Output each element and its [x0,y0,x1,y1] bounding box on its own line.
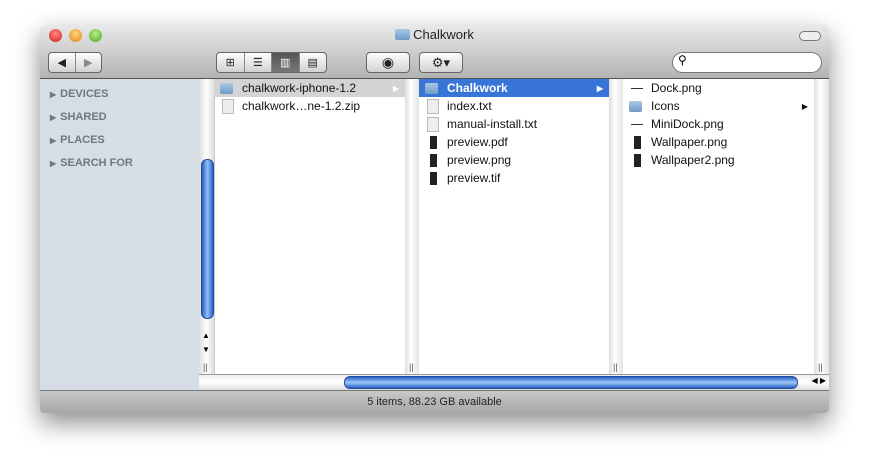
file-item[interactable]: manual-install.txt [419,115,609,133]
doc-icon [425,116,441,132]
window-title: Chalkwork [40,27,829,42]
file-name: preview.tif [447,171,501,185]
file-item[interactable]: preview.pdf [419,133,609,151]
status-text: 5 items, 88.23 GB available [367,396,502,408]
folder-icon [395,29,411,40]
toolbar-toggle-button[interactable] [799,31,821,41]
vertical-scrollbar[interactable]: ▲ ▼ [199,79,215,374]
label: PLACES [60,134,105,146]
file-item[interactable]: Chalkwork ▶ [419,79,609,97]
black-icon [629,153,645,167]
sidebar-section-places[interactable]: ▶ PLACES [50,134,199,146]
column-resize-handle[interactable]: || [199,355,214,374]
action-button[interactable]: ⚙▾ [419,52,463,73]
black-icon [429,171,437,185]
gear-icon: ⚙▾ [431,54,451,70]
column-resize-handle[interactable]: || [814,79,829,374]
quick-look-button[interactable]: ◉ [366,52,410,73]
folder-icon [425,82,438,94]
black-icon [633,153,641,167]
folder-icon [425,82,441,94]
file-item[interactable]: MiniDock.png [623,115,814,133]
scroll-thumb[interactable] [201,159,214,319]
dash-icon [631,87,643,89]
disclosure-arrow-icon: ▶ [801,101,808,111]
black-icon [425,171,441,185]
dash-icon [629,123,645,125]
icon-view-button[interactable]: ⊞ [217,53,245,72]
label: DEVICES [60,88,109,100]
file-name: MiniDock.png [651,117,724,131]
doc-icon [425,98,441,114]
file-item[interactable]: preview.png [419,151,609,169]
file-item[interactable]: Icons ▶ [623,97,814,115]
file-item[interactable]: index.txt [419,97,609,115]
horizontal-scrollbar[interactable]: ◀ ▶ [199,374,829,390]
cover-flow-button[interactable]: ▤ [300,53,327,72]
file-name: Wallpaper2.png [651,153,735,167]
view-switcher: ⊞ ☰ ▥ ▤ [216,52,327,73]
eye-icon: ◉ [381,54,395,70]
nav-buttons: ◀ ▶ [48,52,102,73]
file-name: Wallpaper.png [651,135,728,149]
scroll-thumb[interactable] [344,376,798,389]
file-name: Icons [651,99,680,113]
sidebar-section-devices[interactable]: ▶ DEVICES [50,88,199,100]
search-input[interactable]: ⚲ [672,52,822,73]
file-item[interactable]: preview.tif [419,169,609,187]
dash-icon [629,87,645,89]
file-item[interactable]: Wallpaper2.png [623,151,814,169]
list-view-button[interactable]: ☰ [245,53,272,72]
file-item[interactable]: chalkwork…ne-1.2.zip [214,97,405,115]
black-icon [629,135,645,149]
file-item[interactable]: Dock.png [623,79,814,97]
folder-icon [629,100,642,112]
zip-icon [220,98,236,114]
status-bar: 5 items, 88.23 GB available [40,390,829,413]
finder-window: Chalkwork ◀ ▶ ⊞ ☰ ▥ ▤ ◉ ⚙▾ ⚲ ▶ DEVICES ▶ S… [40,25,829,413]
black-icon [425,135,441,149]
column-resize-handle[interactable]: || [609,79,623,374]
file-name: index.txt [447,99,492,113]
zip-icon [222,98,234,114]
back-button[interactable]: ◀ [49,53,76,72]
folder-icon [220,82,236,94]
scroll-arrows[interactable]: ▲ ▼ [202,329,210,357]
disclosure-arrow-icon: ▶ [392,83,399,93]
scroll-arrows[interactable]: ◀ ▶ [811,376,826,385]
column-resize-handle[interactable]: || [405,79,419,374]
black-icon [425,153,441,167]
column-1: chalkwork-iphone-1.2 ▶ chalkwork…ne-1.2.zi… [214,79,405,374]
black-icon [429,135,437,149]
file-name: chalkwork…ne-1.2.zip [242,99,361,113]
sidebar-section-shared[interactable]: ▶ SHARED [50,111,199,123]
doc-icon [427,98,439,114]
file-item[interactable]: chalkwork-iphone-1.2 ▶ [214,79,405,97]
disclosure-arrow-icon: ▶ [596,83,603,93]
file-item[interactable]: Wallpaper.png [623,133,814,151]
folder-icon [629,100,645,112]
dash-icon [631,123,643,125]
column-3: Dock.png Icons ▶ MiniDock.png Wallpaper.png W… [623,79,814,374]
label: SHARED [60,111,107,123]
column-2: Chalkwork ▶ index.txt manual-install.txt pre… [419,79,609,374]
column-view-button[interactable]: ▥ [272,53,300,72]
file-name: Chalkwork [447,81,508,95]
label: SEARCH FOR [60,157,133,169]
doc-icon [427,116,439,132]
toolbar: Chalkwork ◀ ▶ ⊞ ☰ ▥ ▤ ◉ ⚙▾ ⚲ [40,25,829,79]
forward-button[interactable]: ▶ [76,53,102,72]
file-name: chalkwork-iphone-1.2 [242,81,357,95]
file-name: preview.png [447,153,512,167]
search-icon: ⚲ [678,53,687,67]
file-name: Dock.png [651,81,702,95]
black-icon [429,153,437,167]
sidebar: ▶ DEVICES ▶ SHARED ▶ PLACES ▶ SEARCH FOR [40,79,200,390]
file-name: preview.pdf [447,135,508,149]
sidebar-section-search-for[interactable]: ▶ SEARCH FOR [50,157,199,169]
title-text: Chalkwork [413,27,474,42]
folder-icon [220,82,233,94]
file-name: manual-install.txt [447,117,538,131]
black-icon [633,135,641,149]
